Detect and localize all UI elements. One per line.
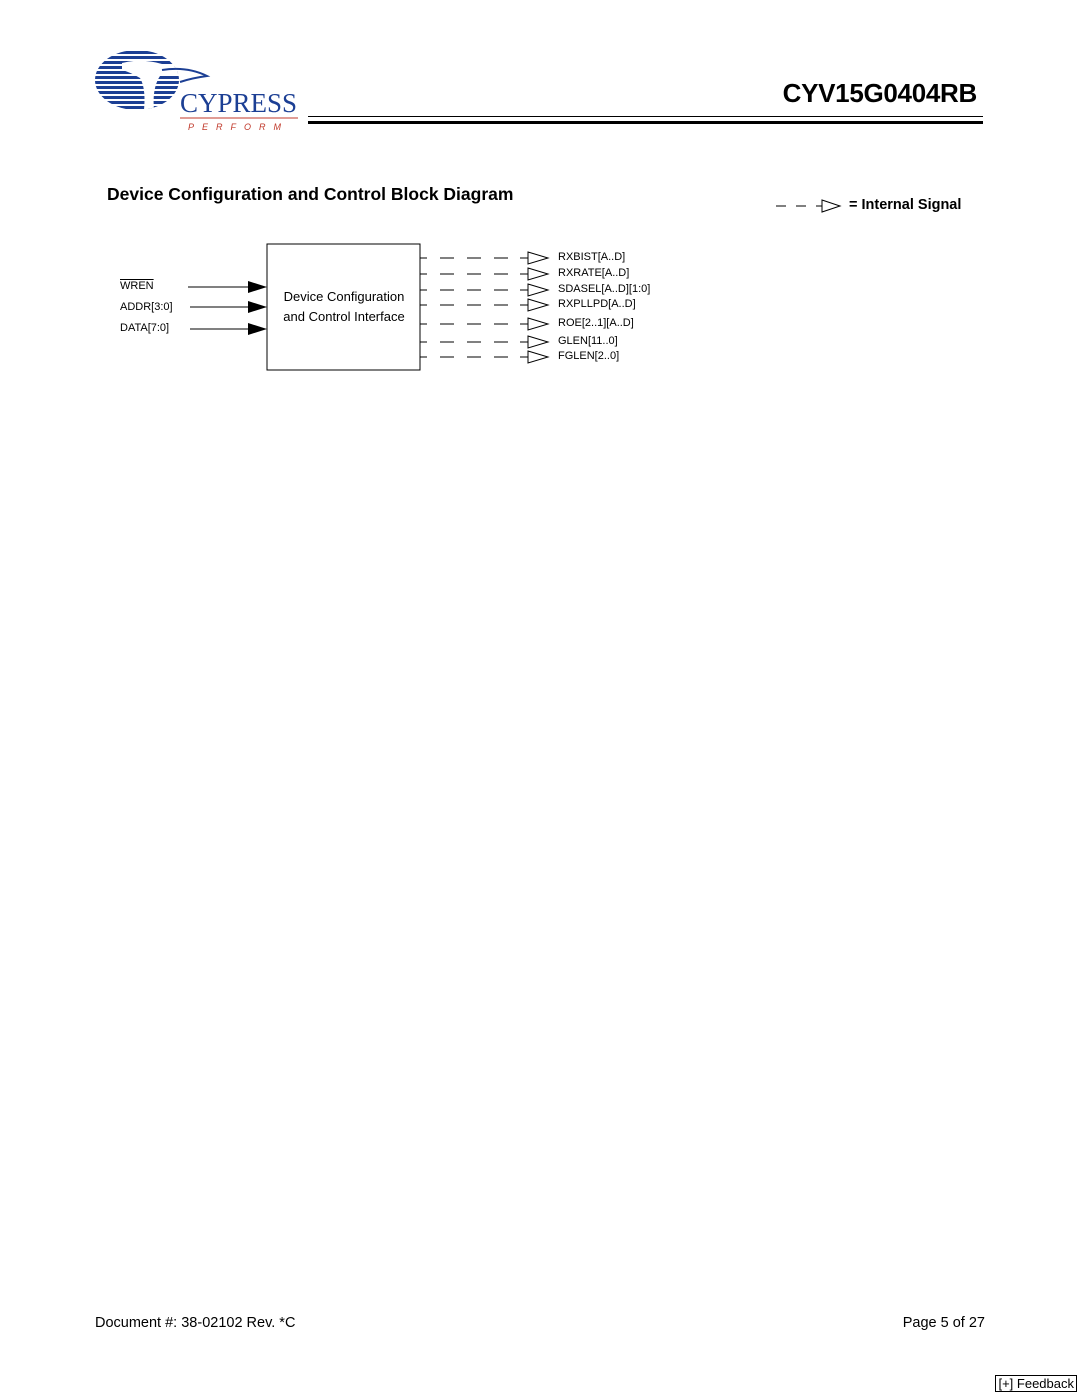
output-signal-arrow: [420, 251, 550, 265]
output-label: RXBIST[A..D]: [558, 251, 626, 263]
output-label: RXPLLPD[A..D]: [558, 298, 636, 310]
output-label: SDASEL[A..D][1:0]: [558, 283, 651, 295]
output-label: FGLEN[2..0]: [558, 350, 620, 362]
document-number: Document #: 38-02102 Rev. *C: [95, 1315, 296, 1331]
input-label-addr: ADDR[3:0]: [120, 301, 173, 313]
block-diagram: [188, 243, 550, 371]
block-label-line1: Device Configuration: [283, 289, 405, 304]
output-signal-arrow: [420, 350, 550, 364]
block-label-line2: and Control Interface: [283, 309, 405, 324]
input-arrow-wren: [188, 281, 267, 293]
output-label: GLEN[11..0]: [558, 335, 618, 347]
input-arrow-data: [190, 323, 267, 335]
block-label: Device Configuration and Control Interfa…: [267, 287, 421, 327]
input-label-data: DATA[7:0]: [120, 322, 170, 334]
output-signal-arrow: [420, 317, 550, 331]
output-signal-arrow: [420, 283, 550, 297]
output-signal-arrow: [420, 267, 550, 281]
feedback-link[interactable]: [+] Feedback: [995, 1375, 1077, 1392]
page-number: Page 5 of 27: [902, 1315, 985, 1331]
output-signal-arrow: [420, 298, 550, 312]
output-signal-arrow: [420, 335, 550, 349]
input-label-wren: WREN: [120, 280, 154, 292]
output-label: RXRATE[A..D]: [558, 267, 630, 279]
input-arrow-addr: [190, 301, 267, 313]
output-label: ROE[2..1][A..D]: [558, 317, 634, 329]
